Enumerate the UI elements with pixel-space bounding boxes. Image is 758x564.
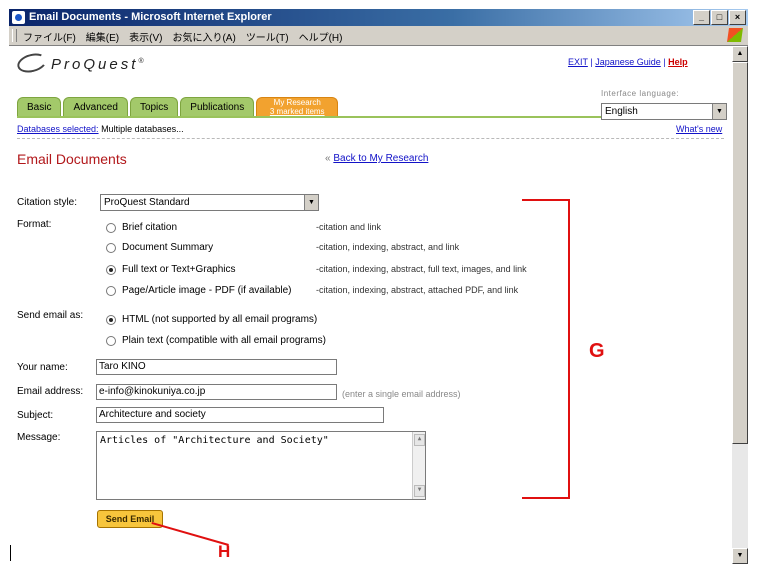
annotation-label-h: H [218, 542, 231, 561]
format-desc: -citation and link [316, 222, 382, 232]
format-label: Format: [17, 219, 52, 230]
divider [17, 138, 724, 139]
whats-new-link[interactable]: What's new [676, 124, 722, 134]
nav-tabs: Basic Advanced Topics Publications My Re… [17, 97, 339, 117]
minimize-button[interactable]: _ [693, 10, 710, 25]
japanese-guide-link[interactable]: Japanese Guide [595, 57, 661, 67]
send-as-label: Send email as: [17, 310, 84, 321]
menu-help[interactable]: ヘルプ(H) [299, 29, 343, 44]
proquest-logo: ProQuest® [15, 50, 147, 76]
proquest-swoosh-icon [15, 50, 49, 76]
annotation-bracket-g [522, 199, 570, 499]
interface-language-select[interactable]: English ▼ [601, 103, 727, 120]
format-option-pdf[interactable]: Page/Article image - PDF (if available) [106, 285, 292, 296]
message-label: Message: [17, 432, 61, 443]
ie-icon [12, 11, 25, 24]
radio-button[interactable] [106, 285, 116, 296]
scroll-thumb[interactable] [732, 62, 748, 444]
format-option-summary[interactable]: Document Summary [106, 242, 213, 253]
tab-topics[interactable]: Topics [129, 97, 179, 117]
format-desc: -citation, indexing, abstract, attached … [316, 285, 519, 295]
maximize-button[interactable]: □ [711, 10, 728, 25]
tab-my-research[interactable]: My Research 3 marked items [256, 97, 339, 116]
menu-bar: ファイル(F) 編集(E) 表示(V) お気に入り(A) ツール(T) ヘルプ(… [9, 26, 748, 46]
message-textarea[interactable]: Articles of "Architecture and Society" [96, 431, 426, 500]
scroll-up-icon[interactable]: ▲ [732, 46, 748, 62]
radio-button[interactable] [106, 242, 116, 253]
radio-button[interactable] [106, 335, 116, 346]
send-as-html[interactable]: HTML (not supported by all email program… [106, 314, 317, 325]
send-as-plain[interactable]: Plain text (compatible with all email pr… [106, 335, 326, 346]
window-titlebar[interactable]: Email Documents - Microsoft Internet Exp… [9, 9, 748, 26]
back-to-my-research: « Back to My Research [325, 153, 429, 164]
email-label: Email address: [17, 386, 84, 397]
radio-button-selected[interactable] [106, 264, 116, 275]
menu-tools[interactable]: ツール(T) [246, 29, 289, 44]
edge-mark [10, 545, 11, 561]
databases-selected: Databases selected: Multiple databases..… [17, 124, 184, 134]
menu-edit[interactable]: 編集(E) [86, 29, 119, 44]
radio-button[interactable] [106, 222, 116, 233]
back-to-my-research-link[interactable]: Back to My Research [333, 153, 428, 164]
citation-style-label: Citation style: [17, 197, 78, 208]
email-hint: (enter a single email address) [342, 389, 461, 399]
textarea-scrollbar[interactable] [412, 432, 425, 499]
tab-publications[interactable]: Publications [180, 97, 255, 117]
databases-selected-link[interactable]: Databases selected: [17, 124, 99, 134]
send-email-button[interactable]: Send Email [97, 510, 163, 528]
your-name-field[interactable]: Taro KINO [96, 359, 337, 375]
your-name-label: Your name: [17, 362, 68, 373]
window-title: Email Documents - Microsoft Internet Exp… [29, 11, 272, 23]
menu-view[interactable]: 表示(V) [129, 29, 162, 44]
email-field[interactable]: e-info@kinokuniya.co.jp [96, 384, 337, 400]
chevron-down-icon: ▼ [712, 104, 726, 119]
scroll-down-icon[interactable]: ▼ [732, 548, 748, 564]
interface-language-label: Interface language: [601, 89, 679, 98]
citation-style-select[interactable]: ProQuest Standard ▼ [100, 194, 319, 211]
vertical-scrollbar[interactable]: ▲ ▼ [732, 46, 748, 564]
menu-file[interactable]: ファイル(F) [23, 29, 76, 44]
page-title: Email Documents [17, 151, 127, 167]
subject-label: Subject: [17, 410, 54, 421]
format-desc: -citation, indexing, abstract, and link [316, 242, 460, 252]
subject-field[interactable]: Architecture and society [96, 407, 384, 423]
top-links: EXIT | Japanese Guide | Help [568, 57, 688, 67]
tab-basic[interactable]: Basic [17, 97, 62, 117]
format-option-fulltext[interactable]: Full text or Text+Graphics [106, 264, 235, 275]
radio-button-selected[interactable] [106, 314, 116, 325]
windows-logo-icon [727, 28, 743, 42]
toolbar-grip[interactable] [12, 29, 17, 42]
format-option-brief[interactable]: Brief citation [106, 222, 177, 233]
menu-favorites[interactable]: お気に入り(A) [172, 29, 235, 44]
close-button[interactable]: × [729, 10, 746, 25]
help-link[interactable]: Help [668, 57, 688, 67]
chevron-down-icon: ▼ [304, 195, 318, 210]
tab-advanced[interactable]: Advanced [63, 97, 128, 117]
exit-link[interactable]: EXIT [568, 57, 588, 67]
format-desc: -citation, indexing, abstract, full text… [316, 264, 527, 274]
annotation-label-g: G [589, 340, 605, 362]
